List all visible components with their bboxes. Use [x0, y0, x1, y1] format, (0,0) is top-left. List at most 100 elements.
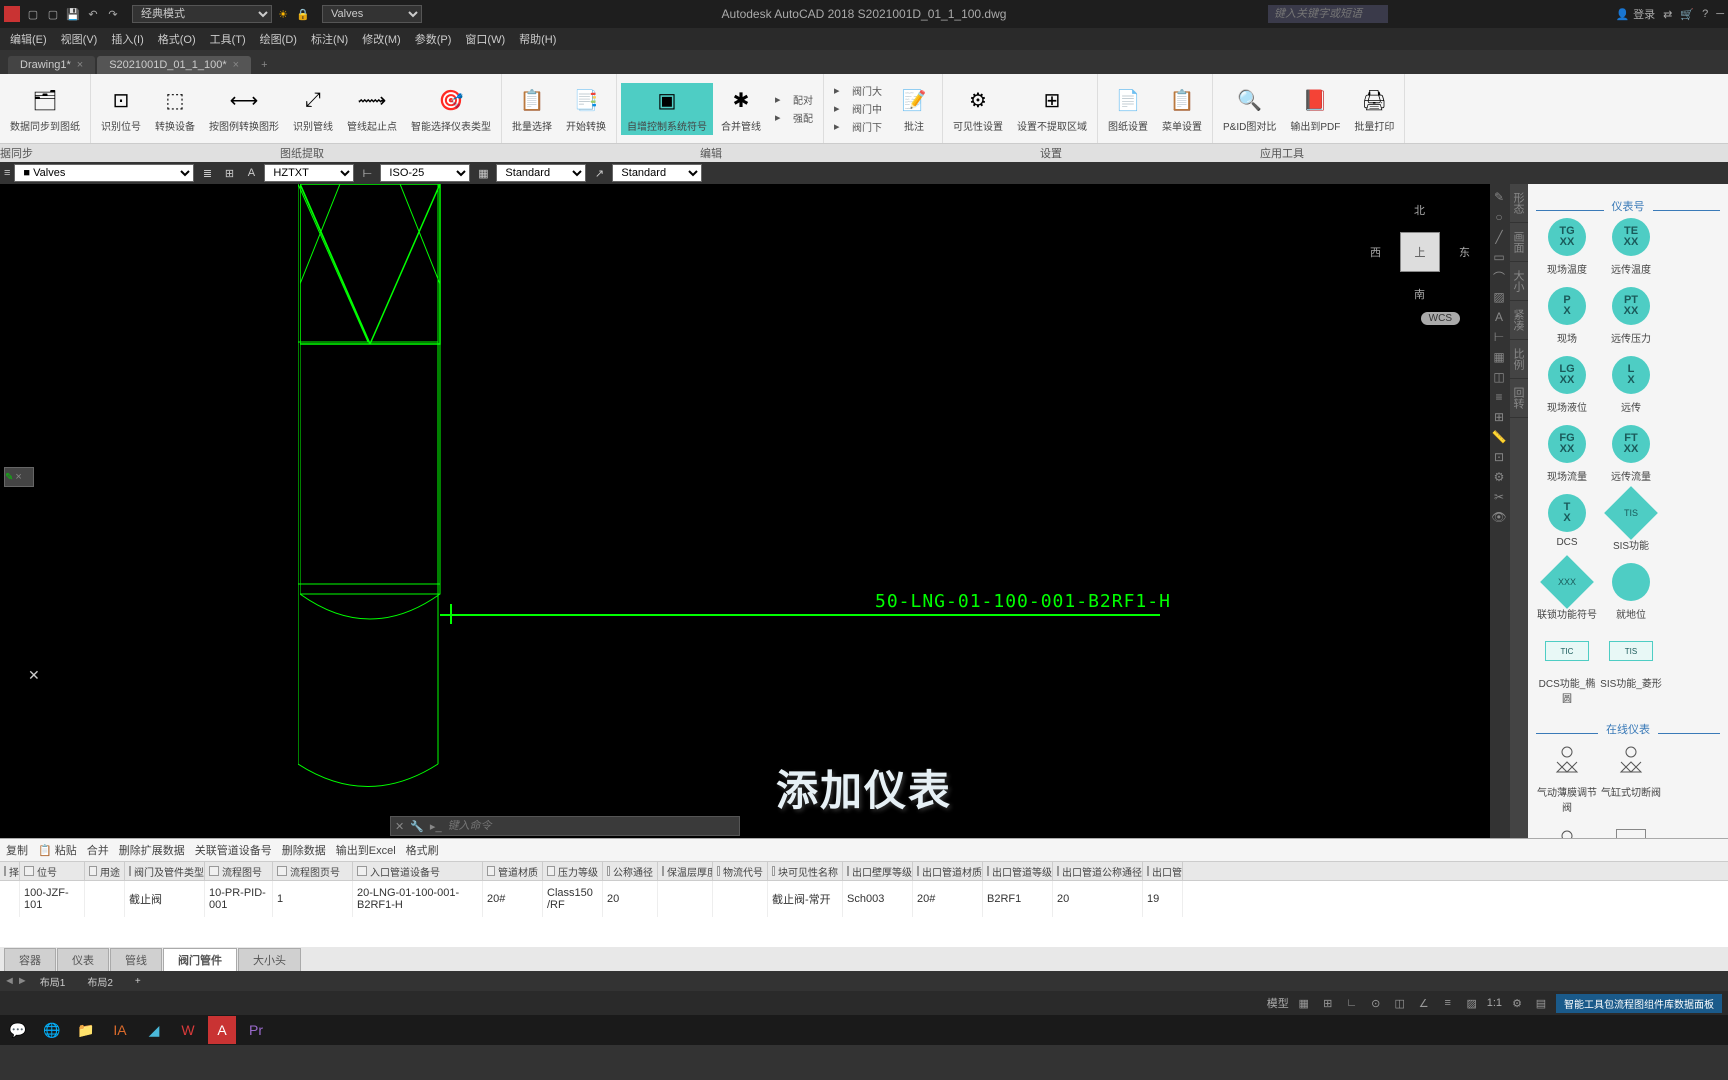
menu-item[interactable]: 帮助(H) — [513, 29, 562, 49]
menu-item[interactable]: 参数(P) — [409, 29, 458, 49]
close-icon[interactable]: × — [233, 59, 239, 71]
layout-tab[interactable]: 布局1 — [30, 972, 76, 991]
column-header[interactable]: 位号 — [20, 862, 85, 880]
column-header[interactable]: 阀门及管件类型 — [125, 862, 205, 880]
qat-lock-icon[interactable]: 🔒 — [294, 5, 312, 23]
help-search-input[interactable] — [1268, 5, 1388, 23]
status-panel-label[interactable]: 智能工具包流程图组件库数据面板 — [1556, 994, 1722, 1013]
ribbon-button[interactable]: 📋菜单设置 — [1156, 83, 1208, 135]
taskbar-browser-icon[interactable]: 🌐 — [38, 1016, 66, 1044]
ribbon-button[interactable]: 📋批量选择 — [506, 83, 558, 135]
mleader-icon[interactable]: ↗ — [590, 164, 608, 182]
tool-circle-icon[interactable]: ○ — [1490, 208, 1508, 226]
tool-text-icon[interactable]: A — [1490, 308, 1508, 326]
close-icon[interactable]: × — [77, 59, 83, 71]
menu-item[interactable]: 修改(M) — [356, 29, 407, 49]
menu-item[interactable]: 窗口(W) — [459, 29, 511, 49]
palette-item[interactable]: TGXX现场温度 — [1536, 215, 1598, 276]
column-header[interactable]: 公称通径 — [603, 862, 658, 880]
otrack-toggle-icon[interactable]: ∠ — [1415, 994, 1433, 1012]
palette-item[interactable]: TICDCS功能_椭圆 — [1536, 629, 1598, 705]
polar-toggle-icon[interactable]: ⊙ — [1367, 994, 1385, 1012]
minimize-icon[interactable]: ─ — [1716, 8, 1724, 20]
taskbar-premiere-icon[interactable]: Pr — [242, 1016, 270, 1044]
table-icon[interactable]: ▦ — [474, 164, 492, 182]
ribbon-button[interactable]: ⊡识别位号 — [95, 83, 147, 135]
tool-pencil-icon[interactable]: ✎ — [1490, 188, 1508, 206]
palette-item[interactable]: FGXX现场流量 — [1536, 422, 1598, 483]
table-cell[interactable]: Class150 /RF — [543, 881, 603, 917]
tool-prop-icon[interactable]: ⊞ — [1490, 408, 1508, 426]
tool-rect-icon[interactable]: ▭ — [1490, 248, 1508, 266]
qat-sun-icon[interactable]: ☀ — [274, 5, 292, 23]
layout-tab[interactable]: 布局2 — [77, 972, 123, 991]
column-header[interactable]: 出口管道材质 — [913, 862, 983, 880]
tool-hatch-icon[interactable]: ▨ — [1490, 288, 1508, 306]
tool-view-icon[interactable]: 👁 — [1490, 508, 1508, 526]
tool-table-icon[interactable]: ▦ — [1490, 348, 1508, 366]
palette-item[interactable]: PX现场 — [1536, 284, 1598, 345]
data-tab[interactable]: 仪表 — [57, 948, 109, 971]
doc-tab[interactable]: S2021001D_01_1_100*× — [97, 56, 251, 74]
table-cell[interactable]: 20 — [603, 881, 658, 917]
palette-item[interactable]: 就地位 — [1600, 560, 1662, 621]
menu-item[interactable]: 绘图(D) — [254, 29, 303, 49]
table-cell[interactable]: 10-PR-PID-001 — [205, 881, 273, 917]
data-tab[interactable]: 阀门管件 — [163, 948, 237, 971]
palette-item[interactable]: TEXX远传温度 — [1600, 215, 1662, 276]
ribbon-small-button[interactable]: ▸强配 — [771, 109, 817, 126]
ribbon-button[interactable]: ⟷按图例转换图形 — [203, 83, 285, 135]
column-header[interactable]: 出口管道公称通径 — [1053, 862, 1143, 880]
column-header[interactable]: 流程图号 — [205, 862, 273, 880]
ribbon-small-button[interactable]: ▸阀门中 — [830, 100, 886, 117]
column-header[interactable]: 用途 — [85, 862, 125, 880]
ribbon-button[interactable]: 📑开始转换 — [560, 83, 612, 135]
command-input[interactable] — [448, 820, 735, 832]
drawing-canvas[interactable]: 50-LNG-01-100-001-B2RF1-H ✎× ✕ 北 南 东 西 上… — [0, 184, 1490, 838]
palette-vert-tab[interactable]: 比例 — [1510, 340, 1528, 379]
osnap-toggle-icon[interactable]: ◫ — [1391, 994, 1409, 1012]
table-cell[interactable]: 截止阀 — [125, 881, 205, 917]
taskbar-autocad-icon[interactable]: A — [208, 1016, 236, 1044]
cmd-close-icon[interactable]: ✕ — [395, 820, 404, 833]
column-header[interactable]: 出口管道等级 — [983, 862, 1053, 880]
tool-dim-icon[interactable]: ⊢ — [1490, 328, 1508, 346]
table-cell[interactable] — [713, 881, 768, 917]
ribbon-small-button[interactable]: ▸阀门下 — [830, 118, 886, 135]
column-header[interactable]: 流程图页号 — [273, 862, 353, 880]
taskbar-app-icon[interactable]: IA — [106, 1016, 134, 1044]
workspace-select[interactable]: 经典模式 — [132, 5, 272, 23]
add-layout-tab[interactable]: + — [125, 974, 151, 989]
ribbon-button[interactable]: 📕输出到PDF — [1284, 83, 1346, 135]
ribbon-small-button[interactable]: ▸阀门大 — [830, 82, 886, 99]
table-cell[interactable]: Sch003 — [843, 881, 913, 917]
palette-vert-tab[interactable]: 紧凑 — [1510, 301, 1528, 340]
column-header[interactable]: 压力等级 — [543, 862, 603, 880]
table-cell[interactable]: 截止阀-常开 — [768, 881, 843, 917]
tool-arc-icon[interactable]: ⌒ — [1490, 268, 1508, 286]
table-row[interactable]: 100-JZF-101截止阀10-PR-PID-001120-LNG-01-10… — [0, 881, 1728, 917]
customize-icon[interactable]: ▤ — [1532, 994, 1550, 1012]
command-line[interactable]: ✕ 🔧 ▸_ — [390, 816, 740, 836]
text-icon[interactable]: A — [242, 164, 260, 182]
tool-layer-icon[interactable]: ≡ — [1490, 388, 1508, 406]
palette-item[interactable]: ▷涡街流量计 — [1600, 822, 1662, 838]
grid-toolbar-button[interactable]: 复制 — [6, 842, 28, 858]
transparency-icon[interactable]: ▨ — [1463, 994, 1481, 1012]
column-header[interactable]: 出口壁厚等级 — [843, 862, 913, 880]
login-button[interactable]: 👤登录 — [1615, 6, 1655, 22]
table-cell[interactable]: 20# — [913, 881, 983, 917]
layer-match-icon[interactable]: ⊞ — [220, 164, 238, 182]
qat-undo-icon[interactable]: ↶ — [84, 5, 102, 23]
textstyle-select[interactable]: HZTXT — [264, 164, 354, 182]
qat-redo-icon[interactable]: ↷ — [104, 5, 122, 23]
qat-open-icon[interactable]: ▢ — [44, 5, 62, 23]
table-cell[interactable] — [658, 881, 713, 917]
ribbon-small-button[interactable]: ▸配对 — [771, 91, 817, 108]
model-tab-arrow-icon[interactable]: ◄ — [4, 975, 15, 987]
column-header[interactable]: 保温层厚度 — [658, 862, 713, 880]
exchange-icon[interactable]: ⇄ — [1663, 8, 1672, 21]
menu-item[interactable]: 视图(V) — [55, 29, 104, 49]
qat-new-icon[interactable]: ▢ — [24, 5, 42, 23]
table-cell[interactable] — [0, 881, 20, 917]
